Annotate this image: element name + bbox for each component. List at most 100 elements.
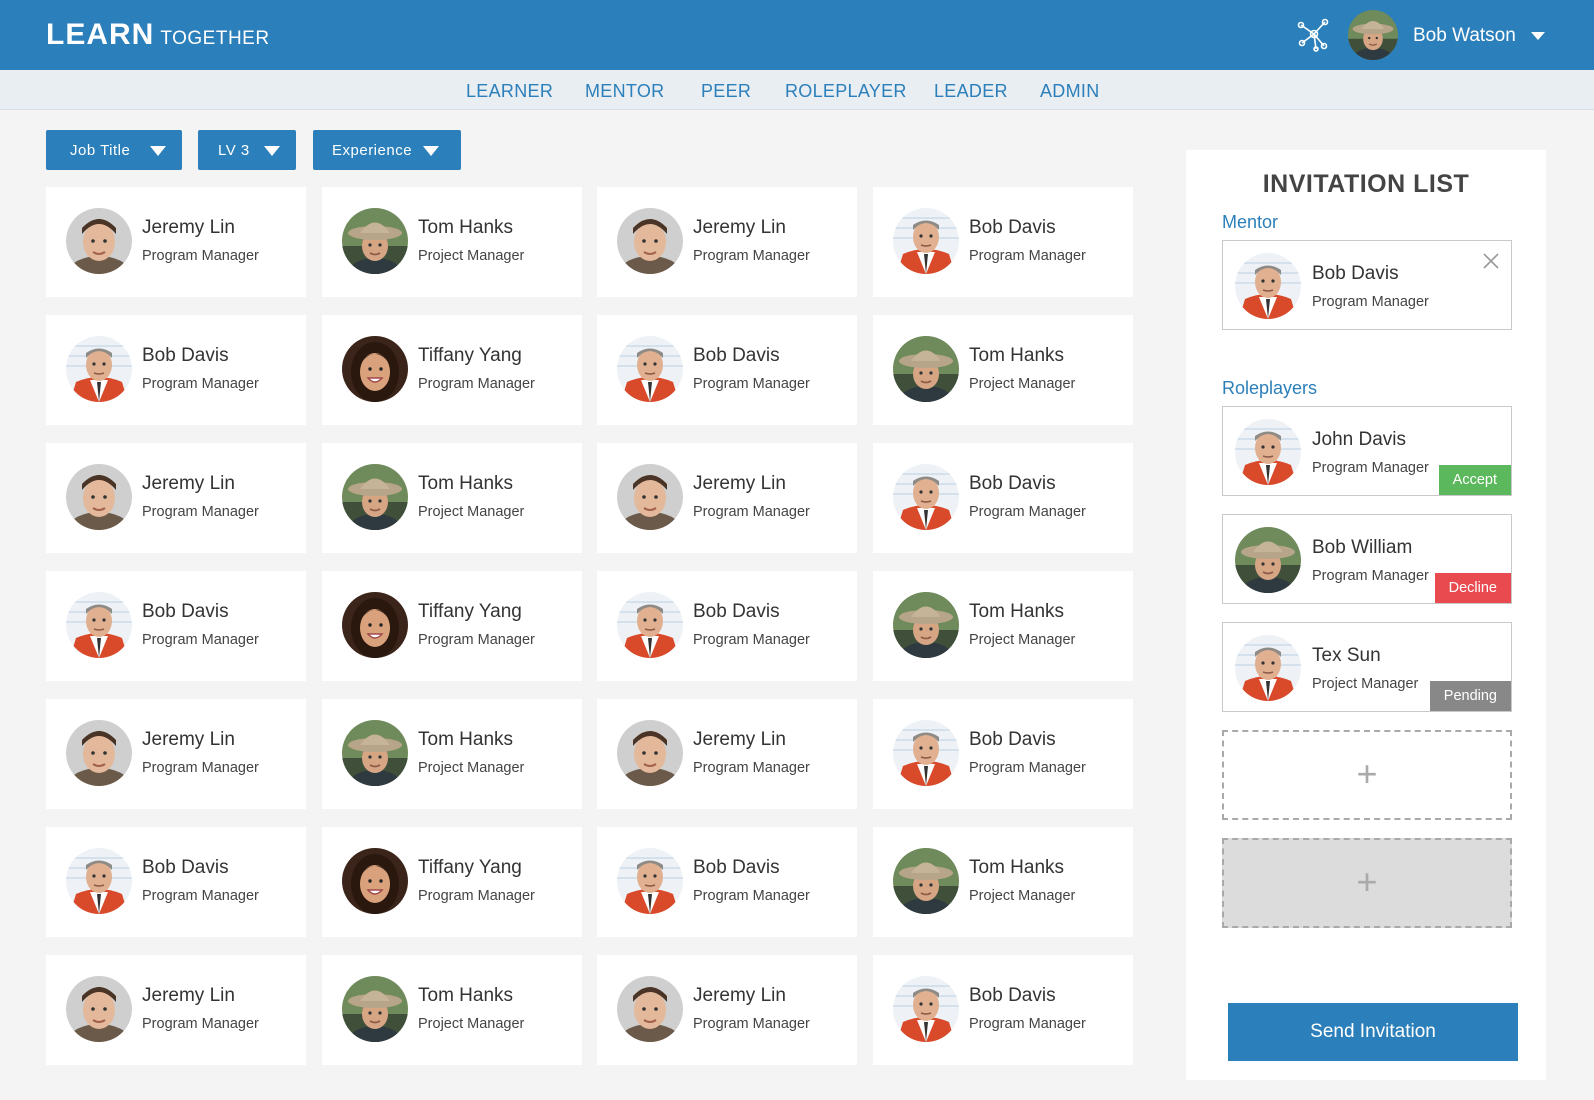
nav-leader[interactable]: LEADER: [934, 81, 1008, 102]
person-name: Tom Hanks: [418, 217, 514, 238]
person-role: Program Manager: [693, 1016, 810, 1032]
brand-sub: TOGETHER: [160, 28, 270, 49]
person-role: Program Manager: [693, 760, 810, 776]
person-name: Bob Davis: [969, 217, 1056, 238]
network-icon[interactable]: [1296, 16, 1332, 52]
person-card[interactable]: Bob Davis Program Manager: [873, 955, 1133, 1065]
mentor-label: Mentor: [1222, 212, 1279, 232]
person-name: Bob William: [1312, 537, 1413, 558]
person-card[interactable]: Bob Davis Program Manager: [597, 571, 857, 681]
person-name: Bob Davis: [142, 345, 229, 366]
person-card[interactable]: Jeremy Lin Program Manager: [597, 187, 857, 297]
person-role: Project Manager: [969, 376, 1076, 392]
person-role: Program Manager: [969, 760, 1086, 776]
person-card[interactable]: Bob Davis Program Manager: [873, 699, 1133, 809]
status-badge-decline: Decline: [1434, 573, 1511, 603]
filter-job-title[interactable]: Job Title: [46, 130, 182, 170]
avatar: [893, 976, 959, 1042]
person-card[interactable]: Jeremy Lin Program Manager: [46, 955, 306, 1065]
send-invitation-button[interactable]: Send Invitation: [1228, 1003, 1518, 1061]
person-card[interactable]: Tiffany Yang Program Manager: [322, 571, 582, 681]
caret-down-icon[interactable]: [1531, 32, 1545, 40]
filter-experience[interactable]: Experience: [313, 130, 461, 170]
add-roleplayer-slot[interactable]: +: [1222, 730, 1512, 820]
person-card[interactable]: Jeremy Lin Program Manager: [597, 699, 857, 809]
person-name: Bob Davis: [142, 857, 229, 878]
avatar: [66, 336, 132, 402]
person-name: Tiffany Yang: [418, 345, 522, 366]
filter-label: Experience: [332, 142, 413, 159]
person-name: Bob Davis: [969, 729, 1056, 750]
person-name: Tex Sun: [1312, 645, 1381, 666]
avatar: [617, 720, 683, 786]
person-name: Bob Davis: [969, 985, 1056, 1006]
person-name: Tiffany Yang: [418, 857, 522, 878]
person-card[interactable]: Tiffany Yang Program Manager: [322, 827, 582, 937]
person-name: Bob Davis: [693, 601, 780, 622]
caret-down-icon: [150, 146, 166, 156]
avatar: [1235, 635, 1301, 701]
person-name: Bob Davis: [142, 601, 229, 622]
person-card[interactable]: Bob Davis Program Manager: [873, 443, 1133, 553]
person-name: John Davis: [1312, 429, 1406, 450]
person-role: Project Manager: [418, 248, 525, 264]
add-roleplayer-slot-disabled[interactable]: +: [1222, 838, 1512, 928]
person-role: Program Manager: [142, 376, 259, 392]
avatar: [342, 208, 408, 274]
person-card[interactable]: Tom Hanks Project Manager: [873, 315, 1133, 425]
person-card[interactable]: Tom Hanks Project Manager: [873, 827, 1133, 937]
person-name: Tom Hanks: [418, 729, 514, 750]
avatar: [342, 720, 408, 786]
person-card[interactable]: Jeremy Lin Program Manager: [46, 187, 306, 297]
person-role: Program Manager: [969, 248, 1086, 264]
person-card[interactable]: Tom Hanks Project Manager: [322, 443, 582, 553]
filter-level[interactable]: LV 3: [198, 130, 296, 170]
user-name[interactable]: Bob Watson: [1413, 25, 1516, 47]
nav-learner[interactable]: LEARNER: [466, 81, 553, 102]
person-role: Project Manager: [418, 760, 525, 776]
avatar: [617, 208, 683, 274]
mentor-card[interactable]: Bob Davis Program Manager: [1222, 240, 1512, 330]
plus-icon: +: [1356, 861, 1378, 902]
person-role: Program Manager: [969, 1016, 1086, 1032]
roleplayer-card[interactable]: Bob William Program Manager Decline: [1222, 514, 1512, 604]
person-card[interactable]: Jeremy Lin Program Manager: [46, 443, 306, 553]
person-role: Program Manager: [693, 376, 810, 392]
nav-peer[interactable]: PEER: [701, 81, 751, 102]
person-card[interactable]: Jeremy Lin Program Manager: [597, 955, 857, 1065]
caret-down-icon: [264, 146, 280, 156]
person-card[interactable]: Tiffany Yang Program Manager: [322, 315, 582, 425]
nav-mentor[interactable]: MENTOR: [585, 81, 664, 102]
person-name: Jeremy Lin: [142, 473, 235, 494]
person-card[interactable]: Tom Hanks Project Manager: [322, 187, 582, 297]
nav-roleplayer[interactable]: ROLEPLAYER: [785, 81, 907, 102]
avatar: [893, 336, 959, 402]
avatar: [1235, 253, 1301, 319]
avatar: [1235, 419, 1301, 485]
person-card[interactable]: Bob Davis Program Manager: [597, 315, 857, 425]
person-card[interactable]: Tom Hanks Project Manager: [322, 699, 582, 809]
person-role: Project Manager: [969, 888, 1076, 904]
person-card[interactable]: Tom Hanks Project Manager: [873, 571, 1133, 681]
close-icon[interactable]: [1481, 251, 1501, 271]
roleplayer-card[interactable]: Tex Sun Project Manager Pending: [1222, 622, 1512, 712]
person-card[interactable]: Bob Davis Program Manager: [46, 571, 306, 681]
brand-logo[interactable]: LEARN TOGETHER: [46, 18, 270, 52]
person-card[interactable]: Jeremy Lin Program Manager: [46, 699, 306, 809]
avatar: [66, 848, 132, 914]
person-role: Program Manager: [142, 1016, 259, 1032]
person-card[interactable]: Bob Davis Program Manager: [873, 187, 1133, 297]
user-avatar[interactable]: [1348, 10, 1398, 60]
roleplayer-card[interactable]: John Davis Program Manager Accept: [1222, 406, 1512, 496]
person-name: Jeremy Lin: [693, 217, 786, 238]
person-name: Tom Hanks: [418, 473, 514, 494]
roleplayers-label: Roleplayers: [1222, 378, 1318, 398]
person-card[interactable]: Tom Hanks Project Manager: [322, 955, 582, 1065]
nav-admin[interactable]: ADMIN: [1040, 81, 1100, 102]
avatar: [893, 592, 959, 658]
person-card[interactable]: Bob Davis Program Manager: [46, 827, 306, 937]
person-card[interactable]: Jeremy Lin Program Manager: [597, 443, 857, 553]
person-card[interactable]: Bob Davis Program Manager: [46, 315, 306, 425]
avatar: [342, 336, 408, 402]
person-card[interactable]: Bob Davis Program Manager: [597, 827, 857, 937]
